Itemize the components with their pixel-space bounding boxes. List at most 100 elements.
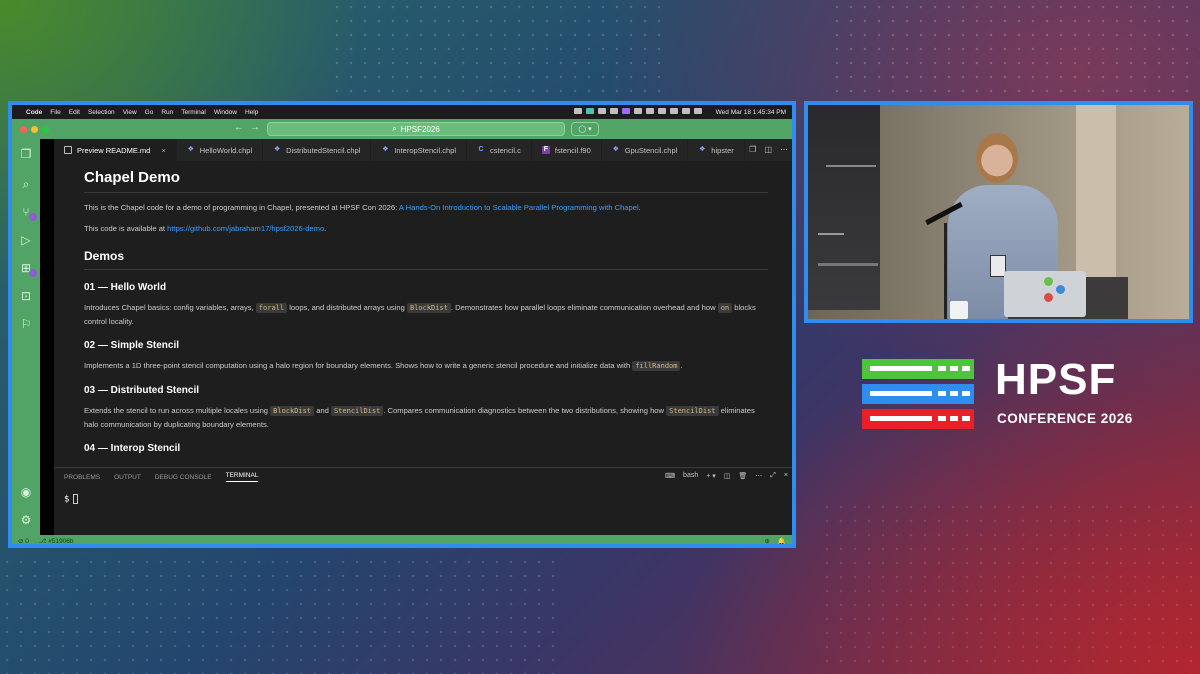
more-actions-icon[interactable]: ⋯ xyxy=(780,145,788,154)
mic-stand xyxy=(944,223,947,319)
display-icon[interactable] xyxy=(633,108,642,114)
tab-label: fstencil.f90 xyxy=(554,145,591,155)
bluetooth-icon[interactable] xyxy=(645,108,654,114)
menu-selection[interactable]: Selection xyxy=(88,109,115,116)
menu-help[interactable]: Help xyxy=(245,109,258,116)
tab-gpustencil[interactable]: ❖ GpuStencil.chpl xyxy=(602,139,689,161)
drive-icon[interactable] xyxy=(597,108,606,114)
minimize-window-icon[interactable] xyxy=(31,125,38,133)
coffee-cup xyxy=(950,301,968,319)
cast-icon[interactable] xyxy=(585,108,594,114)
menu-go[interactable]: Go xyxy=(145,109,154,116)
menu-window[interactable]: Window xyxy=(214,109,237,116)
menu-run[interactable]: Run xyxy=(161,109,173,116)
chapel-file-icon: ❖ xyxy=(382,146,389,153)
tab-interopstencil[interactable]: ❖ InteropStencil.chpl xyxy=(371,139,468,161)
command-center-search[interactable]: ⌕ HPSF2026 xyxy=(267,122,565,136)
more-actions-icon[interactable]: ⋯ xyxy=(755,472,762,480)
panel-tab-output[interactable]: OUTPUT xyxy=(114,474,141,481)
close-window-icon[interactable] xyxy=(20,125,27,133)
talk-link[interactable]: A Hands-On Introduction to Scalable Para… xyxy=(399,203,639,212)
account-icon[interactable]: ◉ xyxy=(18,485,34,499)
section-simple-stencil: 02 — Simple Stencil xyxy=(84,340,180,351)
copilot-chat-button[interactable]: ◯ ▾ xyxy=(571,122,599,136)
editor-tabs: Preview README.md × ❖ HelloWorld.chpl ❖ … xyxy=(54,139,792,161)
trash-icon[interactable]: 🗑 xyxy=(738,472,747,480)
ports-status[interactable]: ⊘ 0 xyxy=(18,537,29,545)
cloud-icon[interactable] xyxy=(573,108,582,114)
close-icon[interactable]: × xyxy=(161,146,165,155)
chat-icon: ◯ ▾ xyxy=(578,126,592,133)
branch-status[interactable]: ⎇ #51906b xyxy=(39,537,74,545)
code-blockdist: BlockDist xyxy=(270,406,315,416)
menu-file[interactable]: File xyxy=(50,109,60,116)
tab-label: GpuStencil.chpl xyxy=(624,145,678,155)
bookmark-icon[interactable]: ⚐ xyxy=(18,317,34,331)
status-icons xyxy=(570,108,702,116)
logo-bar-green xyxy=(862,359,974,379)
explorer-icon[interactable]: ❐ xyxy=(18,147,34,161)
terminal-cursor xyxy=(73,494,79,504)
settings-gear-icon[interactable]: ⚙ xyxy=(18,513,34,527)
editor-area: Preview README.md × ❖ HelloWorld.chpl ❖ … xyxy=(54,139,792,535)
tab-hipster[interactable]: ❖ hipster xyxy=(688,139,745,161)
source-control-icon[interactable]: ⑂ xyxy=(18,205,37,221)
search-view-icon[interactable]: ⌕ xyxy=(18,177,34,192)
decorative-dots-bottom xyxy=(0,555,560,674)
menu-terminal[interactable]: Terminal xyxy=(181,109,206,116)
close-panel-icon[interactable]: × xyxy=(784,472,788,480)
remote-explorer-icon[interactable]: ⊡ xyxy=(18,289,34,303)
section-hello-world: 01 — Hello World xyxy=(84,282,167,293)
tab-fstencil[interactable]: F fstencil.f90 xyxy=(532,139,602,161)
forward-arrow-icon[interactable]: → xyxy=(250,122,260,133)
distributed-stencil-desc: Extends the stencil to run across multip… xyxy=(84,406,755,429)
extensions-icon[interactable]: ⊞ xyxy=(18,261,37,277)
menu-app-name[interactable]: Code xyxy=(26,109,42,116)
logo-bar-red xyxy=(862,409,974,429)
tab-label: HelloWorld.chpl xyxy=(199,145,253,155)
tab-label: DistributedStencil.chpl xyxy=(286,145,361,155)
panel-tab-problems[interactable]: PROBLEMS xyxy=(64,474,100,481)
sync-icon[interactable] xyxy=(609,108,618,114)
repo-link[interactable]: https://github.com/jabraham17/hpsf2026-d… xyxy=(167,224,324,233)
decorative-dots-top xyxy=(330,0,660,95)
panel-tab-debug-console[interactable]: DEBUG CONSOLE xyxy=(155,474,212,481)
code-stencildist: StencilDist xyxy=(330,406,384,416)
chapel-file-icon: ❖ xyxy=(187,146,194,153)
zoom-icon[interactable]: ⊕ xyxy=(764,537,769,545)
availability-paragraph: This code is available at https://github… xyxy=(84,224,327,233)
menu-edit[interactable]: Edit xyxy=(69,109,80,116)
wifi-icon[interactable] xyxy=(669,108,678,114)
split-editor-icon[interactable]: ◫ xyxy=(764,145,772,154)
code-fillrandom: fillRandom xyxy=(632,361,681,371)
tab-cstencil[interactable]: C cstencil.c xyxy=(467,139,532,161)
open-source-icon[interactable]: ❐ xyxy=(749,145,756,154)
menu-clock[interactable]: Wed Mar 18 1:45:34 PM xyxy=(716,109,786,116)
spotlight-icon[interactable] xyxy=(681,108,690,114)
maximize-window-icon[interactable] xyxy=(42,125,49,133)
terminal-shell-label[interactable]: bash xyxy=(683,472,698,480)
notifications-icon[interactable]: 🔔 xyxy=(778,537,786,545)
window-title-bar: ← → ⌕ HPSF2026 ◯ ▾ xyxy=(12,119,792,139)
split-terminal-icon[interactable]: ◫ xyxy=(724,472,731,480)
terminal-prompt[interactable]: $ xyxy=(64,494,79,505)
tab-preview-readme[interactable]: Preview README.md × xyxy=(54,139,177,161)
code-stencildist: StencilDist xyxy=(666,406,719,416)
control-center-icon[interactable] xyxy=(693,108,702,114)
screen-share: Code File Edit Selection View Go Run Ter… xyxy=(8,101,796,548)
speaker-head xyxy=(976,133,1018,183)
bottom-panel: PROBLEMS OUTPUT DEBUG CONSOLE TERMINAL ⌨… xyxy=(54,467,792,535)
panel-tab-terminal[interactable]: TERMINAL xyxy=(225,472,259,482)
menu-view[interactable]: View xyxy=(123,109,137,116)
code-blockdist: BlockDist xyxy=(406,303,451,313)
battery-icon[interactable] xyxy=(657,108,666,114)
back-arrow-icon[interactable]: ← xyxy=(234,122,244,133)
maximize-panel-icon[interactable]: ⤢ xyxy=(770,472,776,480)
tab-helloworld[interactable]: ❖ HelloWorld.chpl xyxy=(177,139,264,161)
new-terminal-icon[interactable]: + ▾ xyxy=(706,472,716,480)
screen-record-icon[interactable] xyxy=(621,108,630,114)
tab-distributedstencil[interactable]: ❖ DistributedStencil.chpl xyxy=(263,139,372,161)
tab-label: hipster xyxy=(711,145,734,155)
demos-heading: Demos xyxy=(84,249,768,270)
run-debug-icon[interactable]: ▷ xyxy=(18,233,34,247)
